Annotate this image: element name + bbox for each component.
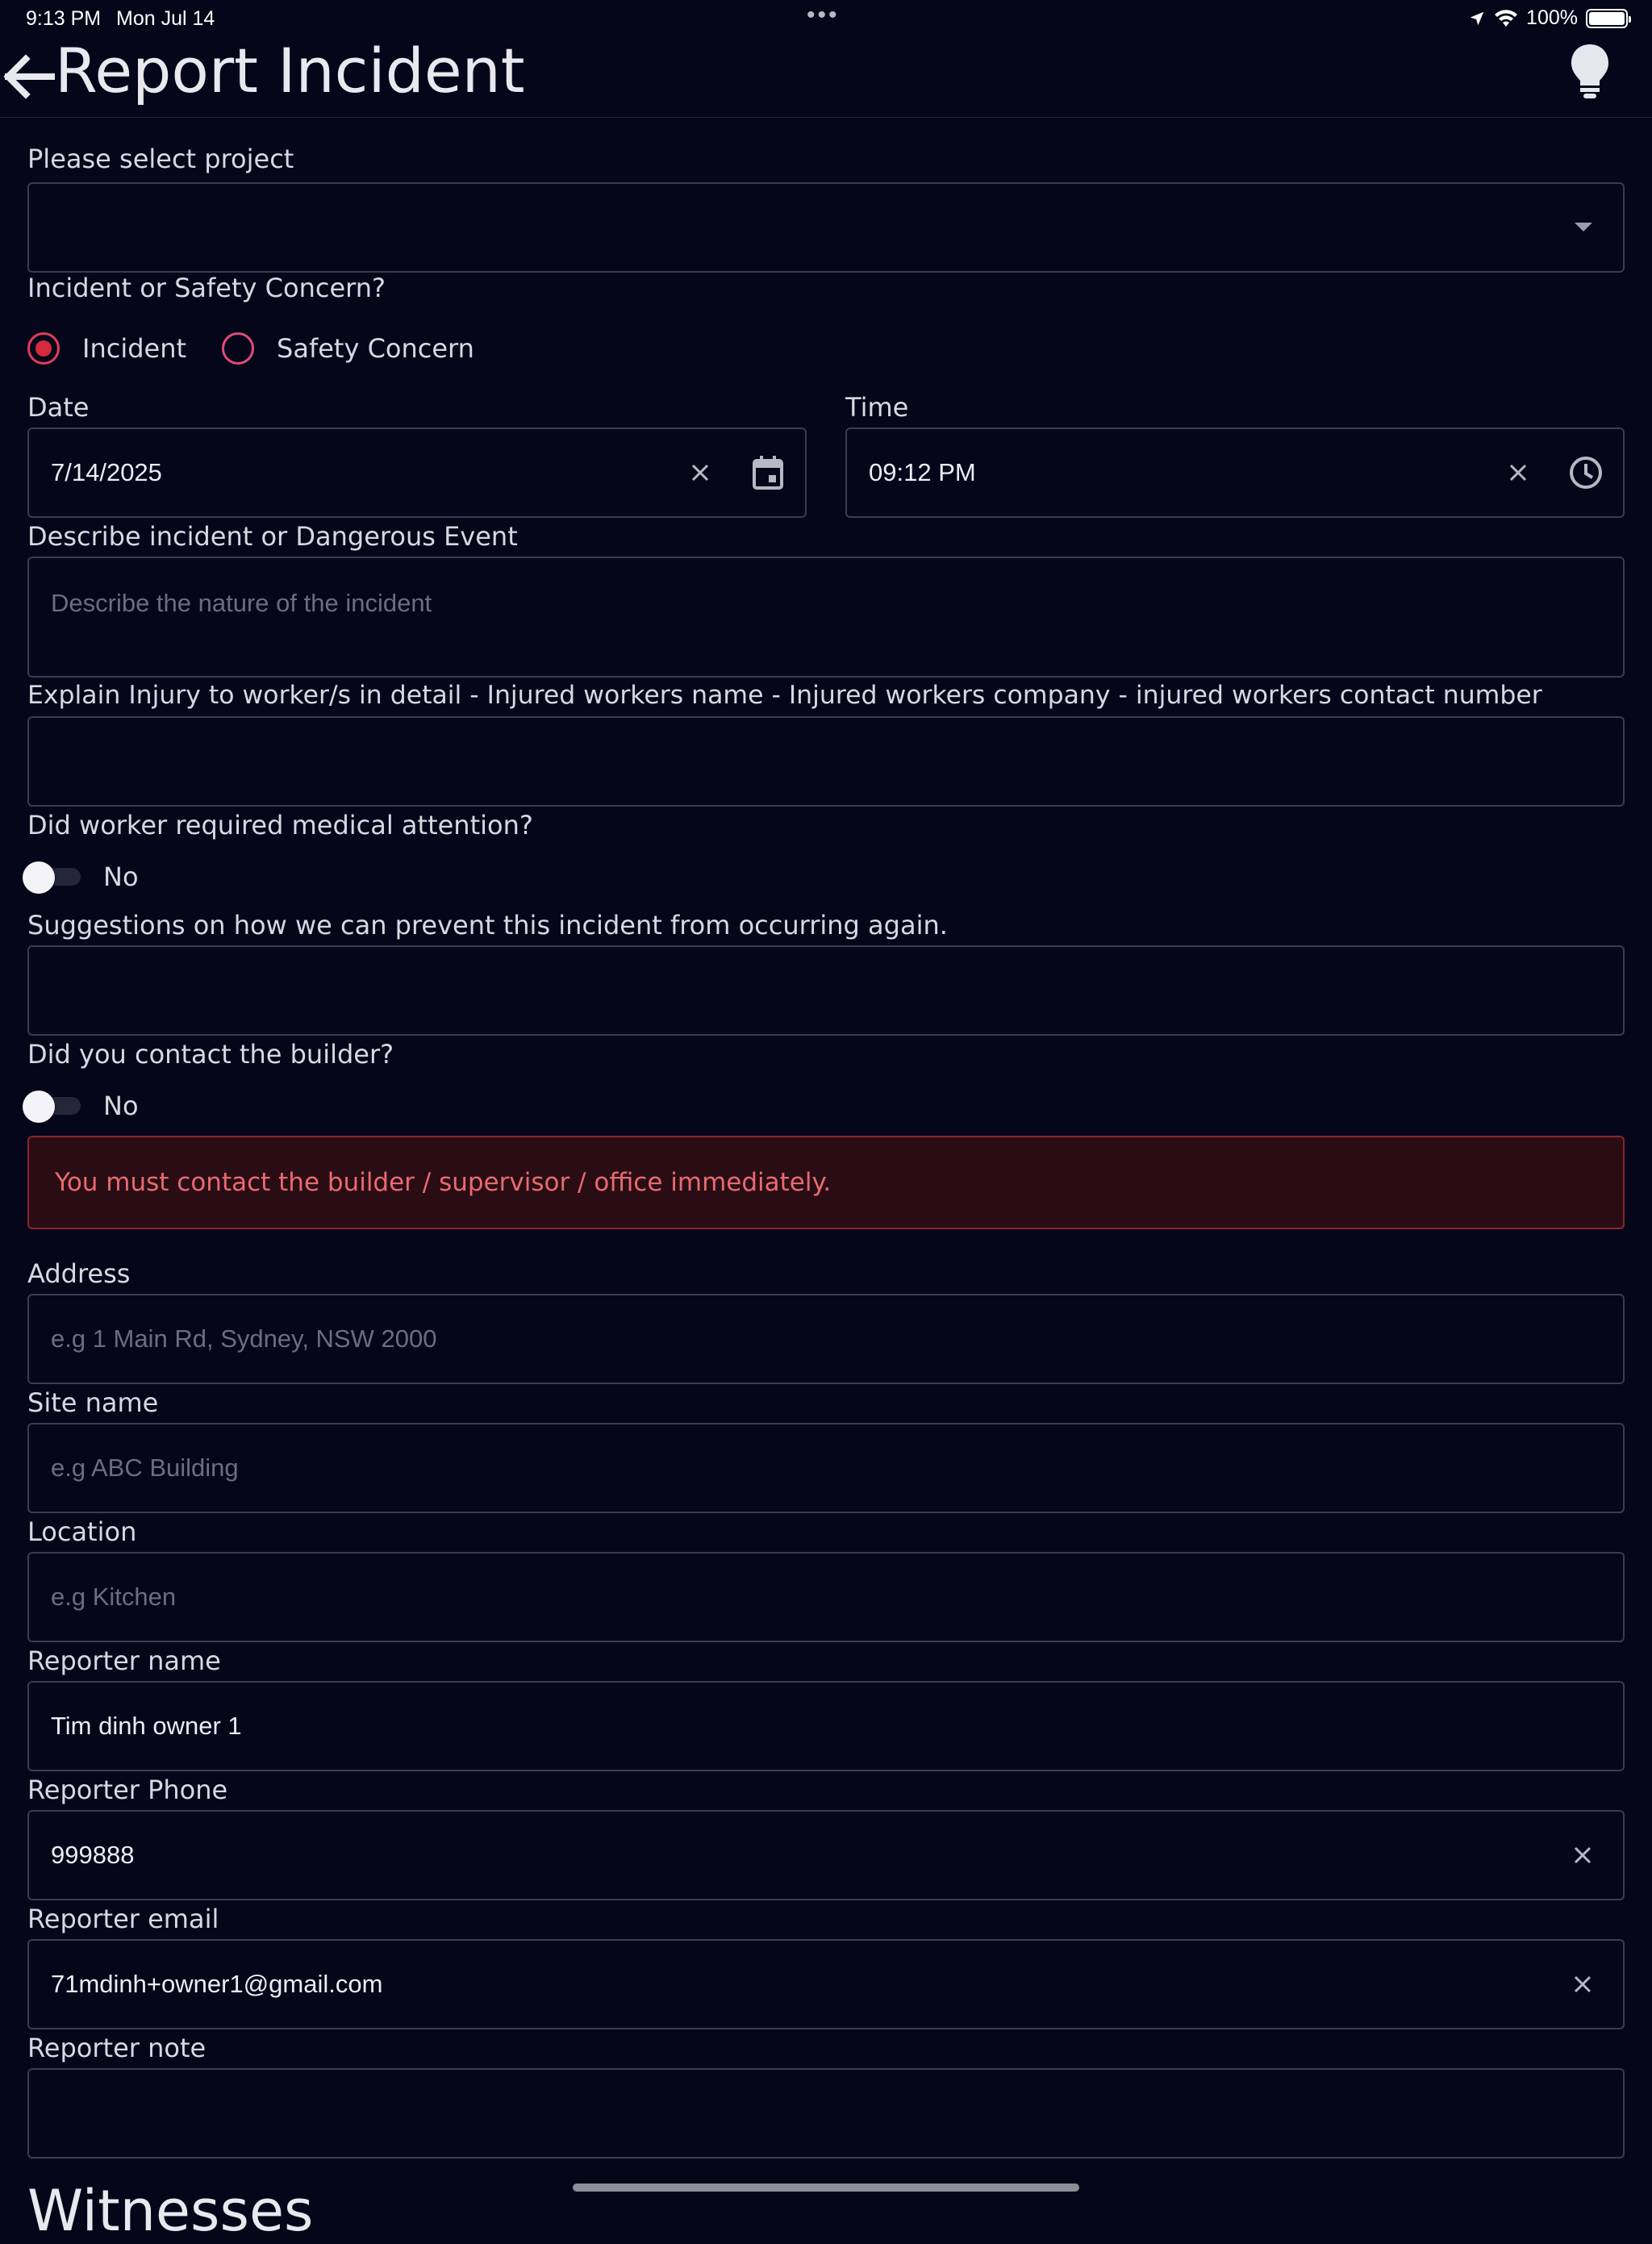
arrow-back-icon bbox=[3, 54, 55, 99]
medical-toggle[interactable] bbox=[23, 861, 84, 894]
time-field[interactable]: 09:12 PM bbox=[845, 428, 1625, 518]
reporter-email-value: 71mdinh+owner1@gmail.com bbox=[51, 1970, 383, 1998]
clear-email-button[interactable] bbox=[1558, 1960, 1607, 2008]
suggestions-label: Suggestions on how we can prevent this i… bbox=[27, 910, 948, 941]
radio-safety-concern-label[interactable]: Safety Concern bbox=[277, 333, 474, 364]
describe-label: Describe incident or Dangerous Event bbox=[27, 521, 518, 552]
page-title: Report Incident bbox=[55, 35, 525, 106]
address-placeholder: e.g 1 Main Rd, Sydney, NSW 2000 bbox=[51, 1324, 437, 1353]
radio-incident-label[interactable]: Incident bbox=[82, 333, 186, 364]
status-indicators: 100% bbox=[1468, 6, 1631, 30]
reporter-email-label: Reporter email bbox=[27, 1904, 219, 1934]
battery-percent: 100% bbox=[1526, 6, 1578, 29]
reporter-phone-value: 999888 bbox=[51, 1841, 135, 1869]
help-tip-button[interactable] bbox=[1568, 42, 1612, 103]
home-indicator[interactable] bbox=[573, 2184, 1079, 2192]
injury-label: Explain Injury to worker/s in detail - I… bbox=[27, 681, 1542, 710]
reporter-email-input[interactable]: 71mdinh+owner1@gmail.com bbox=[27, 1939, 1625, 2029]
status-bar: 9:13 PM Mon Jul 14 ••• 100% bbox=[0, 0, 1652, 39]
site-name-input[interactable]: e.g ABC Building bbox=[27, 1423, 1625, 1513]
clear-time-button[interactable] bbox=[1494, 448, 1542, 497]
time-label: Time bbox=[845, 392, 909, 423]
reporter-note-label: Reporter note bbox=[27, 2033, 206, 2063]
injury-input[interactable] bbox=[27, 716, 1625, 807]
clock-icon bbox=[1570, 457, 1602, 489]
location-label: Location bbox=[27, 1516, 137, 1547]
clear-icon bbox=[691, 464, 709, 482]
clear-icon bbox=[1509, 464, 1527, 482]
date-label: Date bbox=[27, 392, 90, 423]
date-field[interactable]: 7/14/2025 bbox=[27, 428, 807, 518]
status-time: 9:13 PM bbox=[26, 7, 102, 30]
lightbulb-icon bbox=[1571, 44, 1608, 98]
medical-toggle-text: No bbox=[103, 861, 139, 892]
suggestions-input[interactable] bbox=[27, 945, 1625, 1036]
builder-toggle-text: No bbox=[103, 1091, 139, 1121]
radio-incident[interactable] bbox=[27, 332, 60, 365]
clear-phone-button[interactable] bbox=[1558, 1831, 1607, 1879]
battery-icon bbox=[1586, 8, 1631, 28]
app-header: Report Incident bbox=[0, 39, 1652, 118]
time-value: 09:12 PM bbox=[869, 458, 976, 486]
builder-toggle[interactable] bbox=[23, 1091, 84, 1123]
location-arrow-icon bbox=[1470, 11, 1484, 25]
address-input[interactable]: e.g 1 Main Rd, Sydney, NSW 2000 bbox=[27, 1294, 1625, 1384]
multitasking-dots-icon[interactable]: ••• bbox=[807, 2, 840, 29]
date-value: 7/14/2025 bbox=[51, 458, 162, 486]
clear-icon bbox=[1574, 1846, 1592, 1864]
describe-placeholder: Describe the nature of the incident bbox=[51, 589, 432, 617]
location-placeholder: e.g Kitchen bbox=[51, 1583, 177, 1611]
reporter-name-value: Tim dinh owner 1 bbox=[51, 1712, 242, 1740]
witnesses-section-title: Witnesses bbox=[27, 2178, 314, 2244]
back-button[interactable] bbox=[0, 48, 56, 105]
reporter-phone-input[interactable]: 999888 bbox=[27, 1810, 1625, 1900]
reporter-name-input[interactable]: Tim dinh owner 1 bbox=[27, 1681, 1625, 1771]
reporter-note-input[interactable] bbox=[27, 2068, 1625, 2158]
type-question-label: Incident or Safety Concern? bbox=[27, 273, 386, 303]
location-input[interactable]: e.g Kitchen bbox=[27, 1552, 1625, 1642]
clock-button[interactable] bbox=[1562, 448, 1610, 497]
radio-safety-concern[interactable] bbox=[222, 332, 255, 365]
calendar-icon bbox=[753, 456, 783, 490]
status-date: Mon Jul 14 bbox=[116, 7, 215, 30]
builder-label: Did you contact the builder? bbox=[27, 1039, 394, 1070]
site-name-label: Site name bbox=[27, 1387, 159, 1418]
project-label: Please select project bbox=[27, 144, 294, 174]
reporter-phone-label: Reporter Phone bbox=[27, 1775, 228, 1805]
reporter-name-label: Reporter name bbox=[27, 1645, 221, 1676]
describe-textarea[interactable]: Describe the nature of the incident bbox=[27, 557, 1625, 678]
clear-icon bbox=[1574, 1975, 1592, 1993]
site-name-placeholder: e.g ABC Building bbox=[51, 1454, 239, 1482]
clear-date-button[interactable] bbox=[676, 448, 724, 497]
dropdown-caret-icon bbox=[1575, 223, 1592, 231]
medical-label: Did worker required medical attention? bbox=[27, 810, 533, 840]
project-select[interactable] bbox=[27, 182, 1625, 273]
calendar-button[interactable] bbox=[744, 448, 792, 497]
builder-toggle-row: No bbox=[23, 1091, 139, 1123]
type-radio-group: Incident Safety Concern bbox=[27, 332, 510, 365]
builder-alert: You must contact the builder / superviso… bbox=[27, 1136, 1625, 1229]
medical-toggle-row: No bbox=[23, 861, 139, 894]
wifi-icon bbox=[1495, 9, 1518, 27]
address-label: Address bbox=[27, 1258, 131, 1289]
